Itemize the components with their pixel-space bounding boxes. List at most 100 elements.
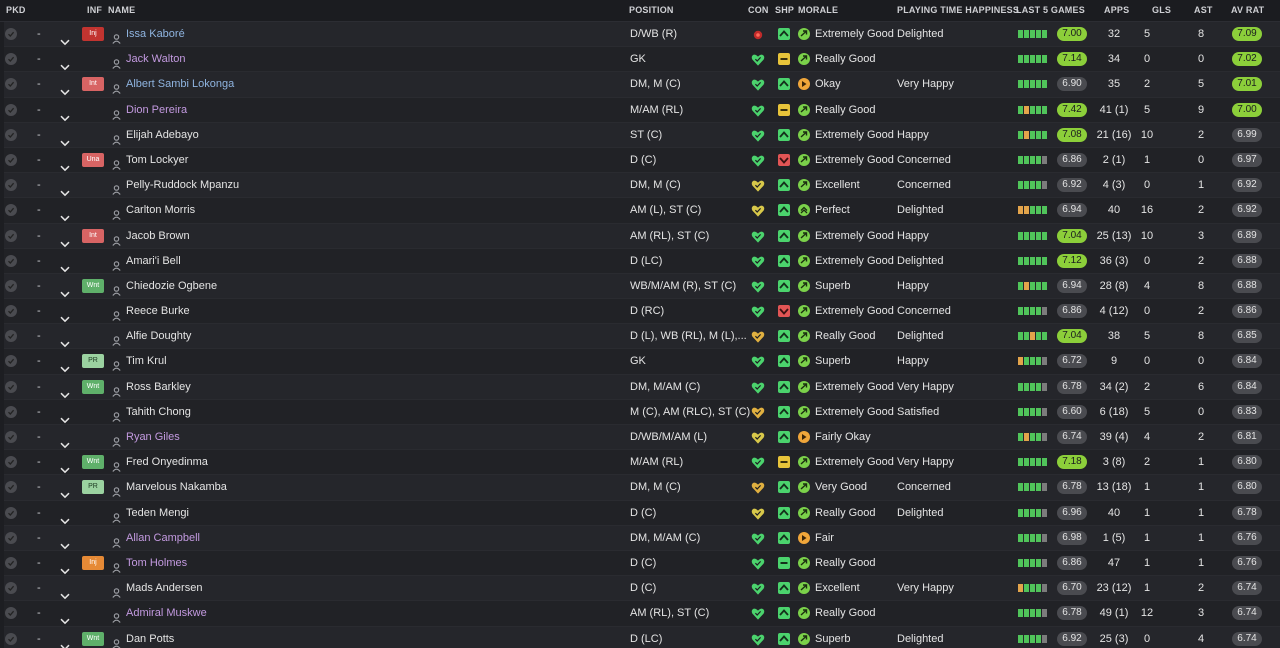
check-circle-icon[interactable] <box>5 153 17 166</box>
check-circle-icon[interactable] <box>5 28 17 40</box>
injury-icon[interactable] <box>751 27 765 41</box>
chevron-down-icon[interactable] <box>60 610 70 625</box>
table-row[interactable]: - PR Marvelous Nakamba DM, M (C) Very Good Co… <box>4 475 1280 501</box>
sharpness-up-icon[interactable] <box>778 431 790 443</box>
chevron-down-icon[interactable] <box>60 81 70 96</box>
player-name[interactable]: Tom Holmes <box>126 551 187 575</box>
heart-icon[interactable] <box>751 279 765 293</box>
chevron-down-icon[interactable] <box>60 636 70 648</box>
chevron-down-icon[interactable] <box>60 233 70 247</box>
chevron-down-icon[interactable] <box>60 333 70 348</box>
heart-icon[interactable] <box>751 480 765 494</box>
chevron-down-icon[interactable] <box>60 107 70 121</box>
player-name[interactable]: Ross Barkley <box>126 375 191 399</box>
sharpness-up-icon[interactable] <box>778 632 790 645</box>
table-row[interactable]: - Admiral Muskwe AM (RL), ST (C) Really Goo… <box>4 601 1280 627</box>
player-name[interactable]: Allan Campbell <box>126 526 200 550</box>
picked-status[interactable]: - <box>37 274 41 298</box>
check-circle-icon[interactable] <box>5 607 17 620</box>
table-row[interactable]: - Reece Burke D (RC) Extremely Good Concerne… <box>4 299 1280 325</box>
table-row[interactable]: - Teden Mengi D (C) Really Good Delighted 6.9… <box>4 500 1280 526</box>
check-circle-icon[interactable] <box>5 582 17 595</box>
picked-status[interactable]: - <box>37 249 41 273</box>
check-circle-icon[interactable] <box>5 53 17 66</box>
heart-icon[interactable] <box>751 153 765 167</box>
check-circle-icon[interactable] <box>5 254 17 267</box>
table-row[interactable]: - Wnt Ross Barkley DM, M/AM (C) Extremely Go… <box>4 374 1280 400</box>
picked-status[interactable]: - <box>37 450 41 474</box>
player-name[interactable]: Tahith Chong <box>126 400 191 424</box>
sharpness-up-icon[interactable] <box>778 481 790 494</box>
table-row[interactable]: - Mads Andersen D (C) Excellent Very Happy 6.… <box>4 576 1280 602</box>
picked-status[interactable]: - <box>37 627 41 648</box>
player-name[interactable]: Marvelous Nakamba <box>126 475 227 499</box>
picked-status[interactable]: - <box>37 349 41 373</box>
check-circle-icon[interactable] <box>5 456 17 469</box>
picked-status[interactable]: - <box>37 224 41 248</box>
sharpness-down-icon[interactable] <box>778 153 790 166</box>
heart-icon[interactable] <box>751 229 765 243</box>
sharpness-flat-icon[interactable] <box>778 53 790 66</box>
table-row[interactable]: - Allan Campbell DM, M/AM (C) Fair 6.98 1 (5)… <box>4 525 1280 551</box>
col-header-avrat[interactable]: AV RAT <box>1231 5 1264 15</box>
heart-icon[interactable] <box>751 556 765 570</box>
picked-status[interactable]: - <box>37 576 41 600</box>
col-header-position[interactable]: POSITION <box>629 5 674 15</box>
sharpness-up-icon[interactable] <box>778 405 790 418</box>
check-circle-icon[interactable] <box>5 103 17 116</box>
sharpness-up-icon[interactable] <box>778 330 790 343</box>
col-header-inf[interactable]: INF <box>87 5 102 15</box>
player-name[interactable]: Teden Mengi <box>126 501 189 525</box>
player-name[interactable]: Dion Pereira <box>126 98 187 122</box>
player-name[interactable]: Alfie Doughty <box>126 324 191 348</box>
player-name[interactable]: Albert Sambi Lokonga <box>126 72 234 96</box>
player-name[interactable]: Dan Potts <box>126 627 174 648</box>
heart-icon[interactable] <box>751 430 765 444</box>
table-row[interactable]: - Wnt Chiedozie Ogbene WB/M/AM (R), ST (C) S… <box>4 273 1280 300</box>
table-row[interactable]: - Int Jacob Brown AM (RL), ST (C) Extremely … <box>4 223 1280 249</box>
picked-status[interactable]: - <box>37 501 41 525</box>
table-row[interactable]: - Jack Walton GK Really Good 7.14 34 0 0 7.02 <box>4 47 1280 73</box>
heart-icon[interactable] <box>751 52 765 66</box>
sharpness-up-icon[interactable] <box>778 607 790 620</box>
table-row[interactable]: - Wnt Dan Potts D (LC) Superb Delighted 6.92 25… <box>4 626 1280 648</box>
table-row[interactable]: - Dion Pereira M/AM (RL) Really Good 7.42 41 … <box>4 97 1280 123</box>
sharpness-down-icon[interactable] <box>778 305 790 318</box>
table-row[interactable]: - Inj Issa Kaboré D/WB (R) Extremely Good Del… <box>4 22 1280 48</box>
col-header-playing-time[interactable]: PLAYING TIME HAPPINESS <box>897 5 1019 15</box>
picked-status[interactable]: - <box>37 299 41 323</box>
player-name[interactable]: Chiedozie Ogbene <box>126 274 217 298</box>
player-name[interactable]: Elijah Adebayo <box>126 123 199 147</box>
chevron-down-icon[interactable] <box>60 132 70 147</box>
sharpness-flat-icon[interactable] <box>778 103 790 116</box>
chevron-down-icon[interactable] <box>60 459 70 474</box>
check-circle-icon[interactable] <box>5 380 17 393</box>
heart-icon[interactable] <box>751 304 765 318</box>
check-circle-icon[interactable] <box>5 632 17 645</box>
table-row[interactable]: - Wnt Fred Onyedinma M/AM (RL) Extremely Goo… <box>4 450 1280 476</box>
table-row[interactable]: - Elijah Adebayo ST (C) Extremely Good Happy… <box>4 122 1280 148</box>
picked-status[interactable]: - <box>37 123 41 147</box>
sharpness-flat-icon[interactable] <box>778 456 790 469</box>
chevron-down-icon[interactable] <box>60 535 70 550</box>
check-circle-icon[interactable] <box>5 431 17 443</box>
player-name[interactable]: Carlton Morris <box>126 198 195 222</box>
chevron-down-icon[interactable] <box>60 510 70 524</box>
heart-icon[interactable] <box>751 77 765 91</box>
heart-icon[interactable] <box>751 380 765 394</box>
picked-status[interactable]: - <box>37 475 41 499</box>
col-header-shp[interactable]: SHP <box>775 5 794 15</box>
chevron-down-icon[interactable] <box>60 409 70 424</box>
picked-status[interactable]: - <box>37 375 41 399</box>
player-name[interactable]: Jack Walton <box>126 47 186 71</box>
chevron-down-icon[interactable] <box>60 283 70 298</box>
table-row[interactable]: - Ryan Giles D/WB/M/AM (L) Fairly Okay 6.74 3… <box>4 425 1280 451</box>
heart-icon[interactable] <box>751 581 765 595</box>
check-circle-icon[interactable] <box>5 556 17 569</box>
chevron-down-icon[interactable] <box>60 258 70 272</box>
check-circle-icon[interactable] <box>5 128 17 141</box>
check-circle-icon[interactable] <box>5 78 17 91</box>
chevron-down-icon[interactable] <box>60 207 70 222</box>
picked-status[interactable]: - <box>37 98 41 122</box>
heart-icon[interactable] <box>751 254 765 268</box>
